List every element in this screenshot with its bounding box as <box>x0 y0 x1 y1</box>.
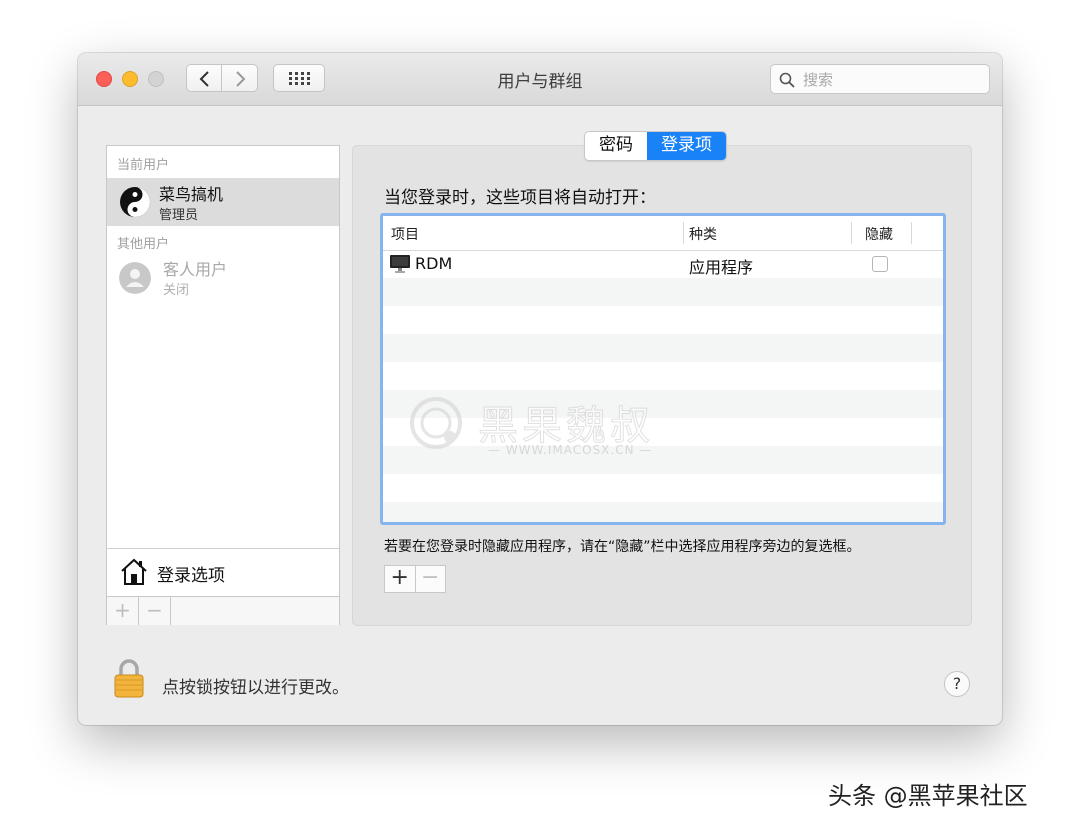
minimize-button[interactable] <box>122 71 138 87</box>
column-divider <box>911 222 912 244</box>
search-icon <box>779 72 795 88</box>
system-preferences-window: 用户与群组 当前用户 菜鸟搞机 管理员 其他用户 <box>78 53 1002 725</box>
forward-button[interactable] <box>222 64 258 92</box>
row-item-name: RDM <box>415 254 453 273</box>
hide-hint-text: 若要在您登录时隐藏应用程序，请在“隐藏”栏中选择应用程序旁边的复选框。 <box>384 539 861 555</box>
remove-login-item-button[interactable]: − <box>416 566 446 592</box>
current-user-name: 菜鸟搞机 <box>159 185 224 204</box>
table-row-empty <box>383 502 943 522</box>
login-items-add-remove: + − <box>384 565 446 593</box>
chevron-right-icon <box>236 71 246 87</box>
table-row[interactable]: RDM 应用程序 <box>383 250 943 278</box>
add-user-button[interactable]: + <box>107 597 139 625</box>
monitor-icon <box>390 255 410 273</box>
lock-instruction-text: 点按锁按钮以进行更改。 <box>162 678 349 698</box>
grid-icon <box>289 72 310 85</box>
column-divider <box>851 222 852 244</box>
user-row-guest[interactable]: 客人用户 关闭 <box>107 254 339 300</box>
lock-icon[interactable] <box>112 658 146 698</box>
watermark-logo-icon <box>410 397 462 449</box>
title-bar: 用户与群组 <box>78 53 1002 106</box>
hide-checkbox[interactable] <box>872 256 888 272</box>
zoom-button <box>148 71 164 87</box>
table-row-empty <box>383 278 943 306</box>
window-title: 用户与群组 <box>497 72 583 92</box>
table-row-empty <box>383 306 943 334</box>
show-all-button[interactable] <box>273 64 325 92</box>
row-item-kind: 应用程序 <box>689 258 754 277</box>
watermark: 黑果魏叔 — WWW.IMACOSX.CN — <box>408 393 708 463</box>
login-options-label: 登录选项 <box>157 566 225 586</box>
source-credit: 头条 @黑苹果社区 <box>828 782 1028 810</box>
tab-bar: 密码 登录项 <box>584 131 727 161</box>
user-list-toolbar: + − <box>107 596 339 625</box>
column-divider <box>683 222 684 244</box>
table-row-empty <box>383 334 943 362</box>
guest-avatar-icon <box>119 262 151 294</box>
add-login-item-button[interactable]: + <box>385 566 416 592</box>
guest-user-name: 客人用户 <box>163 260 228 279</box>
chevron-left-icon <box>199 71 209 87</box>
table-row-empty <box>383 362 943 390</box>
column-header-hide[interactable]: 隐藏 <box>865 224 893 244</box>
login-options-button[interactable]: 登录选项 <box>107 548 339 596</box>
back-button[interactable] <box>186 64 222 92</box>
yin-yang-avatar <box>120 187 150 217</box>
tab-login-items[interactable]: 登录项 <box>647 132 726 160</box>
column-header-item[interactable]: 项目 <box>391 224 419 244</box>
column-header-kind[interactable]: 种类 <box>689 224 717 244</box>
house-icon <box>121 558 147 585</box>
search-input[interactable] <box>801 69 985 91</box>
help-button[interactable]: ? <box>944 671 970 697</box>
guest-user-status: 关闭 <box>163 283 190 298</box>
other-users-label: 其他用户 <box>117 237 170 252</box>
remove-user-button[interactable]: − <box>139 597 171 625</box>
search-field[interactable] <box>770 64 990 94</box>
close-button[interactable] <box>96 71 112 87</box>
current-users-label: 当前用户 <box>117 158 170 173</box>
login-items-table[interactable]: 项目 种类 隐藏 RDM 应用程序 <box>380 213 946 525</box>
login-items-intro: 当您登录时，这些项目将自动打开： <box>384 188 656 208</box>
table-row-empty <box>383 474 943 502</box>
current-user-role: 管理员 <box>159 208 199 223</box>
table-rows: RDM 应用程序 <box>383 250 943 522</box>
table-header: 项目 种类 隐藏 <box>383 216 943 251</box>
user-list: 当前用户 菜鸟搞机 管理员 其他用户 客人用户 关闭 登录选项 + − <box>106 145 340 625</box>
watermark-url: — WWW.IMACOSX.CN — <box>488 443 653 457</box>
tab-password[interactable]: 密码 <box>585 132 647 160</box>
user-row-current[interactable]: 菜鸟搞机 管理员 <box>107 178 339 226</box>
